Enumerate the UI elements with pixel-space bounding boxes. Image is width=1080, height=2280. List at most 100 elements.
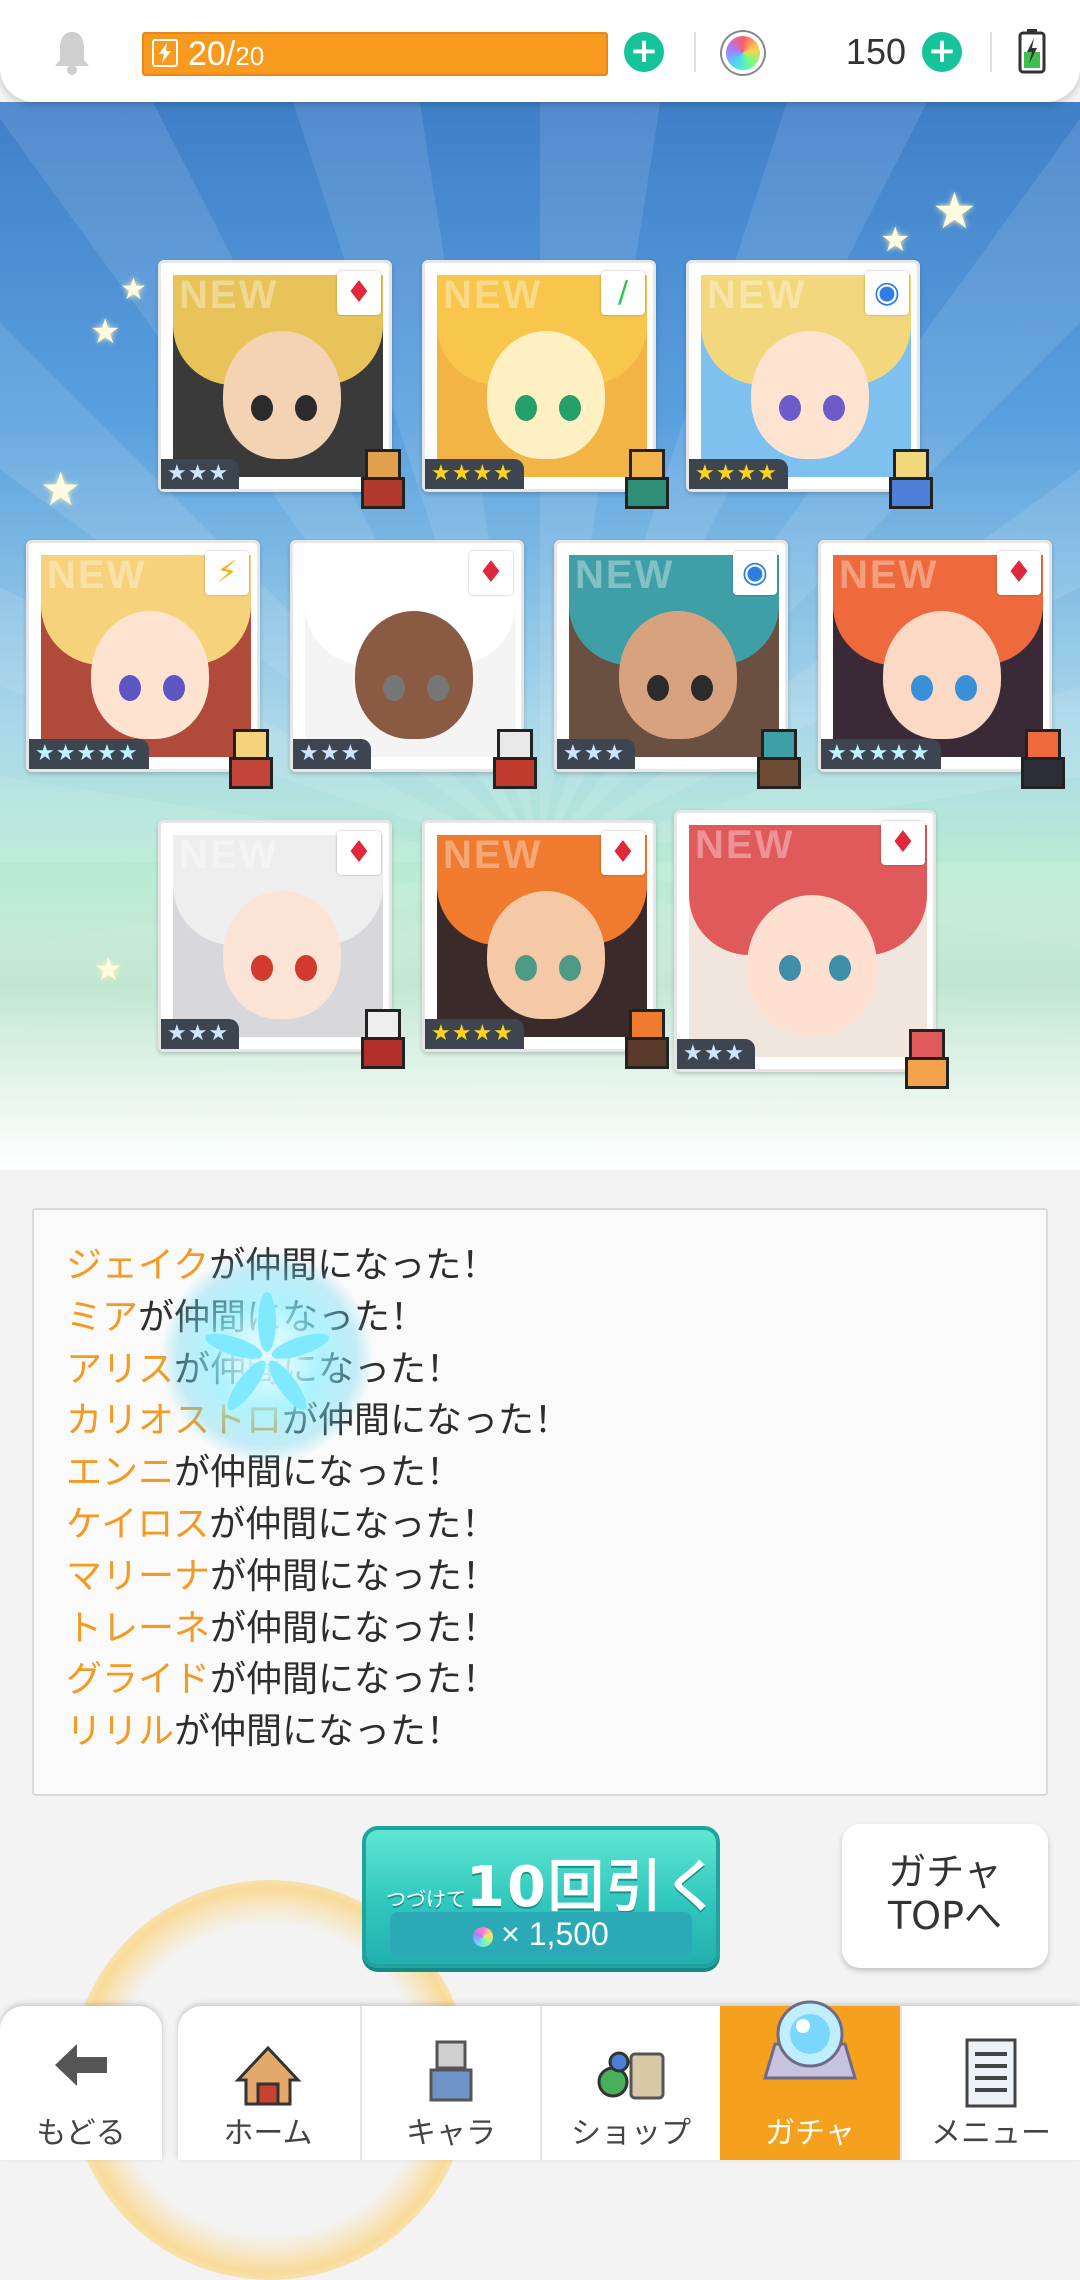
rarity-stars: ★★★ — [677, 1039, 756, 1069]
new-label: NEW — [707, 273, 807, 317]
tab-gacha[interactable]: ガチャ — [720, 2000, 900, 2160]
character-card[interactable]: NEW ◉ ★★★★ — [686, 260, 933, 509]
rarity-stars: ★★★ — [293, 739, 372, 769]
gem-count: 150 — [845, 31, 906, 72]
character-sprite — [1017, 729, 1065, 789]
add-gem-button[interactable]: + — [922, 32, 962, 72]
tab-shop[interactable]: ショップ — [540, 2006, 720, 2160]
sparkle-icon: ★ — [932, 182, 977, 240]
character-card[interactable]: NEW ◉ ★★★ — [554, 540, 801, 789]
rarity-stars: ★★★ — [161, 1019, 240, 1049]
rarity-stars: ★★★★★ — [821, 739, 941, 769]
home-icon — [234, 2045, 302, 2106]
pull-button-label: つづけて10回引く — [386, 1842, 722, 1923]
tab-chara[interactable]: キャラ — [360, 2006, 540, 2160]
tab-menu-label: メニュー — [931, 2116, 1051, 2151]
character-sprite — [621, 1009, 669, 1069]
fire-element-icon: ♦ — [337, 831, 381, 875]
tab-menu[interactable]: メニュー — [900, 2006, 1080, 2160]
message-suffix: が仲間になった！ — [209, 1503, 498, 1545]
fire-element-icon: ♦ — [469, 551, 513, 595]
character-icon — [429, 2040, 473, 2102]
tab-home[interactable]: ホーム — [178, 2006, 358, 2160]
new-label: NEW — [443, 833, 543, 877]
rarity-stars: ★★★★★ — [29, 739, 149, 769]
stamina-value: 20/20 — [188, 34, 264, 74]
new-label: NEW — [575, 553, 675, 597]
arrow-left-icon — [55, 2044, 107, 2086]
character-card[interactable]: NEW ♦ ★★★ — [290, 540, 537, 789]
character-card[interactable]: NEW ⚡ ★★★★★ — [26, 540, 273, 789]
fire-element-icon: ♦ — [337, 271, 381, 315]
message-suffix: が仲間になった！ — [174, 1452, 463, 1494]
message-suffix: が仲間になった！ — [210, 1607, 499, 1649]
character-sprite — [885, 449, 933, 509]
rarity-stars: ★★★ — [557, 739, 636, 769]
message-suffix: が仲間になった！ — [210, 1555, 499, 1597]
character-card[interactable]: NEW ♦ ★★★★★ — [818, 540, 1065, 789]
water-element-icon: ◉ — [733, 551, 777, 595]
character-name: アリス — [66, 1348, 175, 1390]
pull-cost-value: × 1,500 — [501, 1916, 609, 1952]
rainbow-gem-icon — [722, 32, 764, 74]
new-label: NEW — [839, 553, 939, 597]
result-message: トレーネが仲間になった！ — [66, 1603, 1046, 1655]
gem-icon — [473, 1926, 494, 1947]
tab-home-label: ホーム — [223, 2116, 313, 2151]
pull-10-again-button[interactable]: つづけて10回引く × 1,500 — [362, 1826, 720, 1968]
character-card[interactable]: NEW ♦ ★★★ — [158, 820, 405, 1069]
character-card[interactable]: NEW ♦ ★★★ — [674, 810, 949, 1089]
sparkle-icon: ★ — [120, 272, 147, 307]
sparkle-icon: ★ — [40, 462, 82, 516]
character-name: グライド — [66, 1659, 211, 1701]
divider — [694, 32, 696, 72]
message-suffix: が仲間になった！ — [174, 1711, 463, 1753]
notification-bell-icon[interactable] — [52, 28, 92, 76]
shop-bag-icon — [597, 2051, 665, 2100]
fire-element-icon: ♦ — [997, 551, 1041, 595]
gacha-top-line1: ガチャ — [888, 1850, 1002, 1894]
character-sprite — [357, 449, 405, 509]
pull-cost: × 1,500 — [390, 1912, 692, 1956]
fire-element-icon: ♦ — [881, 821, 925, 865]
tab-chara-label: キャラ — [406, 2116, 496, 2151]
back-label: もどる — [36, 2116, 126, 2151]
new-label: NEW — [311, 553, 411, 597]
gacha-orb-icon — [762, 2000, 858, 2080]
gacha-result-area: ★ ★ ★ ★ ★ ★ NEW ♦ ★★★ NEW ∕ ★★★★ NEW ◉ ★… — [0, 102, 1080, 1170]
character-name: ケイロス — [66, 1503, 210, 1545]
character-sprite — [621, 449, 669, 509]
menu-list-icon — [965, 2038, 1017, 2108]
character-card[interactable]: NEW ♦ ★★★ — [158, 260, 405, 509]
back-button[interactable]: もどる — [0, 2006, 162, 2160]
character-card[interactable]: NEW ∕ ★★★★ — [422, 260, 669, 509]
tab-gacha-label: ガチャ — [765, 2116, 855, 2151]
result-message: ケイロスが仲間になった！ — [66, 1499, 1046, 1551]
new-label: NEW — [179, 833, 279, 877]
gacha-top-button[interactable]: ガチャ TOPへ — [842, 1824, 1048, 1968]
character-name: ミア — [66, 1296, 139, 1338]
add-stamina-button[interactable]: + — [624, 32, 664, 72]
stamina-max: 20 — [235, 41, 265, 71]
result-message: マリーナが仲間になった！ — [66, 1551, 1046, 1603]
fire-element-icon: ♦ — [601, 831, 645, 875]
sparkle-icon: ★ — [94, 950, 123, 988]
rarity-stars: ★★★ — [161, 459, 240, 489]
tab-shop-label: ショップ — [571, 2116, 691, 2151]
bottom-navigation: もどる ホーム キャラ ショップ ガチャ メニュー — [0, 2000, 1080, 2160]
rarity-stars: ★★★★ — [425, 1019, 524, 1049]
character-name: エンニ — [66, 1452, 175, 1494]
character-card[interactable]: NEW ♦ ★★★★ — [422, 820, 669, 1069]
thunder-element-icon: ⚡ — [205, 551, 249, 595]
character-sprite — [753, 729, 801, 789]
character-sprite — [901, 1029, 949, 1089]
new-label: NEW — [695, 823, 795, 867]
sparkle-icon: ★ — [880, 220, 911, 260]
new-label: NEW — [179, 273, 279, 317]
stamina-bolt-icon — [152, 39, 178, 67]
new-label: NEW — [47, 553, 147, 597]
battery-icon — [1018, 29, 1046, 74]
sparkle-icon: ★ — [90, 312, 121, 352]
stamina-gauge: 20/20 — [142, 32, 608, 76]
pull-prefix: つづけて — [386, 1887, 466, 1911]
